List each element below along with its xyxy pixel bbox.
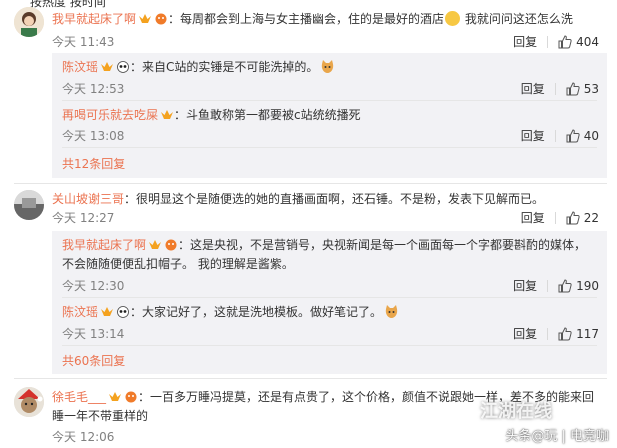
fan-badge-icon (154, 12, 168, 25)
watermark-text: 头条@玩 | 电竞咖 (505, 429, 609, 444)
comment-author[interactable]: 我早就起床了啊 (52, 12, 136, 26)
sort-tabs-cut: 按热度 按时间 (30, 0, 106, 9)
vip-badge-icon (160, 108, 174, 120)
watermark-logo: 江湖在线 (480, 401, 552, 422)
vip-badge-icon (148, 238, 162, 250)
reply-author[interactable]: 再喝可乐就去吃屎 (62, 108, 158, 122)
avatar[interactable] (14, 190, 44, 220)
comment-line: 我早就起床了啊 ：每周都会到上海与女主播幽会，住的是最好的酒店 我就问问这还怎么洗 (52, 10, 573, 28)
comment-time: 今天 11:43 (52, 35, 115, 49)
reply-button[interactable]: 回复 (513, 325, 537, 342)
divider (554, 211, 556, 224)
vip-badge-icon (138, 12, 152, 24)
fan-badge-icon (164, 238, 178, 251)
more-replies-link[interactable]: 共60条回复 (62, 352, 125, 369)
reply-actions: 回复 53 (521, 80, 599, 97)
divider (547, 327, 549, 340)
comment-author[interactable]: 徐毛毛___ (52, 390, 106, 404)
reply-line: 我早就起床了啊 ：这是央视，不是营销号，央视新闻是每一个画面每一个字都要斟酌的媒体… (62, 236, 586, 254)
comment-author[interactable]: 关山坡谢三哥 (52, 192, 124, 206)
fan-badge-icon (124, 390, 138, 403)
cat-emoji-icon (384, 304, 399, 319)
cat-emoji-icon (320, 59, 335, 74)
avatar[interactable] (14, 7, 44, 37)
vip-badge-icon (108, 390, 122, 402)
smirk-emoji-icon (445, 11, 461, 26)
reply-text: ：来自C站的实锤是不可能洗掉的。 (130, 60, 319, 74)
like-icon[interactable] (558, 326, 572, 341)
divider (554, 129, 556, 142)
avatar-image (14, 387, 44, 417)
avatar[interactable] (14, 387, 44, 417)
vip-badge-icon (100, 60, 114, 72)
reply-divider (62, 297, 597, 298)
comment-actions: 回复 22 (521, 209, 599, 226)
like-count: 53 (583, 81, 599, 96)
avatar-image (14, 7, 44, 37)
reply-time: 今天 12:30 (62, 279, 125, 293)
comment-text-tail: 我就问问这还怎么洗 (461, 12, 573, 26)
like-count: 40 (583, 128, 599, 143)
reply-line: 陈汶瑶 ：大家记好了，这就是洗地模板。做好笔记了。 (62, 303, 401, 321)
like-icon[interactable] (566, 128, 580, 143)
like-icon[interactable] (566, 81, 580, 96)
like-icon[interactable] (566, 210, 580, 225)
reply-time: 今天 13:14 (62, 327, 125, 341)
comment-line-2: 睡一年不带重样的 (52, 409, 149, 423)
reply-time: 今天 13:08 (62, 129, 125, 143)
reply-button[interactable]: 回复 (521, 127, 545, 144)
more-replies-link[interactable]: 共12条回复 (62, 155, 125, 172)
divider (547, 35, 549, 48)
panda-badge-icon (116, 60, 130, 73)
reply-author[interactable]: 陈汶瑶 (62, 60, 98, 74)
comment-line: 关山坡谢三哥：很明显这个是随便选的她的直播画面啊，还石锤。不是粉，发表下见解而已… (52, 190, 544, 208)
reply-line-2: 不会随随便便乱扣帽子。 我的理解是酱紫。 (62, 257, 294, 271)
reply-divider (62, 100, 597, 101)
reply-actions: 回复 117 (513, 325, 599, 342)
reply-text: ：大家记好了，这就是洗地模板。做好笔记了。 (130, 305, 383, 319)
reply-button[interactable]: 回复 (521, 80, 545, 97)
panda-badge-icon (116, 305, 130, 318)
reply-text: ：这是央视，不是营销号，央视新闻是每一个画面每一个字都要斟酌的媒体， (178, 238, 587, 252)
divider (554, 82, 556, 95)
reply-actions: 回复 190 (513, 277, 599, 294)
like-icon[interactable] (558, 278, 572, 293)
comment-divider (14, 378, 607, 379)
comment-text: ：很明显这个是随便选的她的直播画面啊，还石锤。不是粉，发表下见解而已。 (124, 192, 545, 206)
comment-text: ：每周都会到上海与女主播幽会，住的是最好的酒店 (168, 12, 445, 26)
reply-text: ：斗鱼敢称第一都要被c站统统播死 (174, 108, 361, 122)
vip-badge-icon (100, 305, 114, 317)
like-count: 190 (576, 278, 599, 293)
reply-actions: 回复 40 (521, 127, 599, 144)
reply-author[interactable]: 我早就起床了啊 (62, 238, 146, 252)
reply-button[interactable]: 回复 (521, 209, 545, 226)
divider (547, 279, 549, 292)
reply-divider (62, 147, 597, 148)
reply-author[interactable]: 陈汶瑶 (62, 305, 98, 319)
like-count: 117 (576, 326, 599, 341)
comment-divider (14, 183, 607, 184)
reply-divider (62, 345, 597, 346)
reply-button[interactable]: 回复 (513, 33, 537, 50)
reply-button[interactable]: 回复 (513, 277, 537, 294)
comment-time: 今天 12:27 (52, 211, 115, 225)
like-count: 404 (576, 34, 599, 49)
reply-line: 再喝可乐就去吃屎 ：斗鱼敢称第一都要被c站统统播死 (62, 106, 361, 124)
reply-time: 今天 12:53 (62, 82, 125, 96)
like-icon[interactable] (558, 34, 572, 49)
comment-actions: 回复 404 (513, 33, 599, 50)
avatar-image (14, 190, 44, 220)
like-count: 22 (583, 210, 599, 225)
reply-line: 陈汶瑶 ：来自C站的实锤是不可能洗掉的。 (62, 58, 337, 76)
comment-time: 今天 12:06 (52, 430, 115, 444)
